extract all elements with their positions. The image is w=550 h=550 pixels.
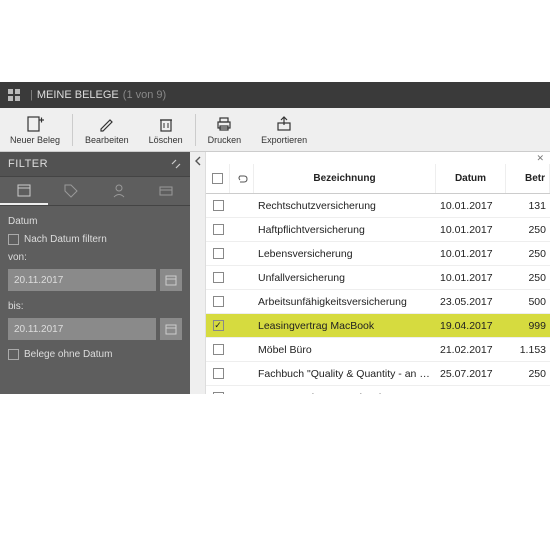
row-checkbox[interactable] [213, 296, 224, 307]
row-amount: 250 [506, 224, 550, 236]
filter-title: FILTER [8, 158, 48, 170]
row-checkbox[interactable] [213, 368, 224, 379]
table-row[interactable]: Leasingvertrag MacBook19.04.2017999 [206, 314, 550, 338]
new-label: Neuer Beleg [10, 135, 60, 145]
row-date: 10.01.2017 [436, 272, 506, 284]
from-calendar-button[interactable] [160, 269, 182, 291]
row-name: Leasingvertrag MacBook [254, 320, 436, 332]
row-amount: 1.400 [506, 392, 550, 395]
to-date-input[interactable] [8, 318, 156, 340]
table-row[interactable]: Haftpflichtversicherung10.01.2017250 [206, 218, 550, 242]
filter-tab-date[interactable] [0, 177, 48, 205]
print-label: Drucken [208, 135, 242, 145]
new-icon [26, 115, 44, 133]
title-separator: | [30, 89, 33, 101]
header-attachment[interactable] [230, 164, 254, 193]
row-date: 10.01.2017 [436, 224, 506, 236]
header-date[interactable]: Datum [436, 164, 506, 193]
filter-by-date-checkbox[interactable] [8, 234, 19, 245]
row-amount: 999 [506, 320, 550, 332]
to-calendar-button[interactable] [160, 318, 182, 340]
edit-icon [98, 115, 116, 133]
to-label: bis: [8, 297, 182, 316]
table-row[interactable]: Fachbuch "Quality & Quantity - an endles… [206, 362, 550, 386]
filter-panel: FILTER Datum Nach Datum filtern von: [0, 152, 190, 394]
row-checkbox[interactable] [213, 320, 224, 331]
row-name: Möbel Büro [254, 344, 436, 356]
edit-label: Bearbeiten [85, 135, 129, 145]
from-label: von: [8, 248, 182, 267]
edit-button[interactable]: Bearbeiten [75, 108, 139, 151]
table-row[interactable]: Arbeitsunfähigkeitsversicherung23.05.201… [206, 290, 550, 314]
trash-icon [157, 115, 175, 133]
collapse-sidebar-button[interactable] [190, 152, 206, 394]
header-amount[interactable]: Betr [506, 164, 550, 193]
header-select-all[interactable] [206, 164, 230, 193]
row-amount: 250 [506, 368, 550, 380]
row-name: Haftpflichtversicherung [254, 224, 436, 236]
row-checkbox[interactable] [213, 200, 224, 211]
row-name: Fachbuch "Quality & Quantity - an endles… [254, 368, 436, 380]
row-checkbox[interactable] [213, 344, 224, 355]
row-name: Betreuungskostennachweis [254, 392, 436, 395]
export-icon [275, 115, 293, 133]
row-amount: 131 [506, 200, 550, 212]
row-checkbox[interactable] [213, 272, 224, 283]
toolbar-sep [72, 114, 73, 146]
documents-grid: ✕ Bezeichnung Datum Betr Rechtschutzvers… [206, 152, 550, 394]
expand-icon[interactable] [170, 158, 182, 170]
delete-button[interactable]: Löschen [139, 108, 193, 151]
row-name: Arbeitsunfähigkeitsversicherung [254, 296, 436, 308]
row-date: 23.05.2017 [436, 296, 506, 308]
row-name: Lebensversicherung [254, 248, 436, 260]
filter-tab-card[interactable] [143, 177, 191, 205]
title-bar: | MEINE BELEGE (1 von 9) [0, 82, 550, 108]
row-checkbox[interactable] [213, 392, 224, 394]
from-date-input[interactable] [8, 269, 156, 291]
row-date: 10.01.2017 [436, 200, 506, 212]
table-row[interactable]: Betreuungskostennachweis07.02.20171.400 [206, 386, 550, 394]
table-row[interactable]: Lebensversicherung10.01.2017250 [206, 242, 550, 266]
header-name[interactable]: Bezeichnung [254, 164, 436, 193]
new-button[interactable]: Neuer Beleg [0, 108, 70, 151]
toolbar-sep [195, 114, 196, 146]
filter-by-date-label: Nach Datum filtern [24, 234, 107, 245]
row-date: 07.02.2017 [436, 392, 506, 395]
row-date: 10.01.2017 [436, 248, 506, 260]
close-search-icon[interactable]: ✕ [206, 152, 550, 164]
row-name: Rechtschutzversicherung [254, 200, 436, 212]
table-row[interactable]: Unfallversicherung10.01.2017250 [206, 266, 550, 290]
page-count: (1 von 9) [123, 89, 166, 101]
row-date: 21.02.2017 [436, 344, 506, 356]
row-amount: 500 [506, 296, 550, 308]
print-button[interactable]: Drucken [198, 108, 252, 151]
row-checkbox[interactable] [213, 248, 224, 259]
table-row[interactable]: Möbel Büro21.02.20171.153 [206, 338, 550, 362]
export-button[interactable]: Exportieren [251, 108, 317, 151]
toolbar: Neuer Beleg Bearbeiten Löschen Drucken E… [0, 108, 550, 152]
filter-tab-person[interactable] [95, 177, 143, 205]
row-checkbox[interactable] [213, 224, 224, 235]
filter-section-date: Datum [8, 212, 182, 231]
print-icon [215, 115, 233, 133]
export-label: Exportieren [261, 135, 307, 145]
row-amount: 1.153 [506, 344, 550, 356]
row-amount: 250 [506, 272, 550, 284]
delete-label: Löschen [149, 135, 183, 145]
row-amount: 250 [506, 248, 550, 260]
no-date-label: Belege ohne Datum [24, 349, 112, 360]
row-name: Unfallversicherung [254, 272, 436, 284]
row-date: 25.07.2017 [436, 368, 506, 380]
filter-tab-tag[interactable] [48, 177, 96, 205]
page-title: MEINE BELEGE [37, 89, 119, 101]
no-date-checkbox[interactable] [8, 349, 19, 360]
row-date: 19.04.2017 [436, 320, 506, 332]
app-icon [8, 89, 20, 101]
table-row[interactable]: Rechtschutzversicherung10.01.2017131 [206, 194, 550, 218]
